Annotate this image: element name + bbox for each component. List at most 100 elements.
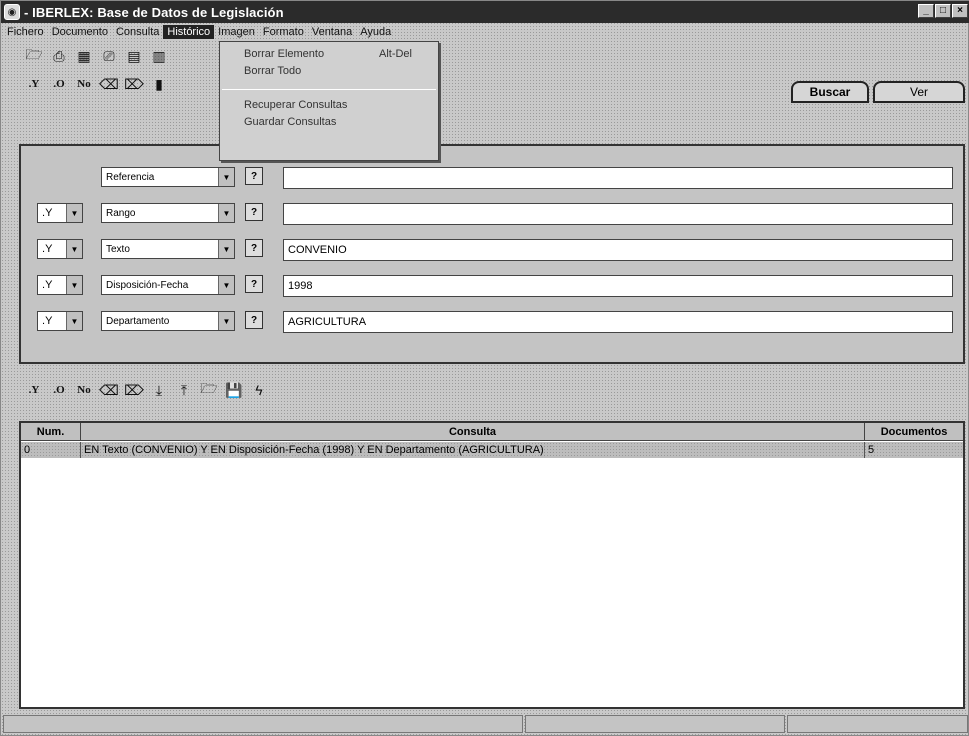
printer-icon[interactable]: ⎚ <box>98 45 120 67</box>
chevron-down-icon[interactable]: ▼ <box>218 240 234 258</box>
not-operator-button[interactable]: No <box>73 73 95 95</box>
app-icon[interactable]: ◉ <box>4 4 20 20</box>
status-bar <box>1 713 969 735</box>
list-icon[interactable]: ▮ <box>148 73 170 95</box>
or-operator-button-2[interactable]: .O <box>48 379 70 401</box>
query-row-departamento: .Y ▼ Departamento ▼ ? AGRICULTURA <box>21 308 965 334</box>
print-setup-icon[interactable]: ⎙ <box>48 45 70 67</box>
query-row-disposicion-fecha: .Y ▼ Disposición-Fecha ▼ ? 1998 <box>21 272 965 298</box>
import-icon[interactable]: ⤓ <box>148 379 170 401</box>
export-icon[interactable]: ⤒ <box>173 379 195 401</box>
operator-select-3[interactable]: .Y ▼ <box>37 239 83 259</box>
chevron-down-icon[interactable]: ▼ <box>218 312 234 330</box>
field-select-3-value: Texto <box>106 243 130 255</box>
chevron-down-icon[interactable]: ▼ <box>218 168 234 186</box>
grid-icon[interactable]: ▦ <box>73 45 95 67</box>
column-header-documentos[interactable]: Documentos <box>865 423 963 440</box>
value-input-4[interactable]: 1998 <box>283 275 953 297</box>
tab-buscar-label: Buscar <box>809 85 851 99</box>
chevron-down-icon[interactable]: ▼ <box>66 204 82 222</box>
field-select-5[interactable]: Departamento ▼ <box>101 311 235 331</box>
table-row[interactable]: 0 EN Texto (CONVENIO) Y EN Disposición-F… <box>21 442 963 458</box>
save-icon[interactable]: 💾 <box>223 379 245 401</box>
or-operator-button[interactable]: .O <box>48 73 70 95</box>
field-select-2-value: Rango <box>106 207 136 219</box>
title-bar: ◉ - IBERLEX: Base de Datos de Legislació… <box>1 1 969 23</box>
not-operator-label-2: No <box>77 384 91 396</box>
chevron-down-icon[interactable]: ▼ <box>218 204 234 222</box>
open-folder-icon[interactable]: 🗁 <box>23 45 45 67</box>
cell-num: 0 <box>21 442 81 458</box>
operator-select-4[interactable]: .Y ▼ <box>37 275 83 295</box>
lightning-icon[interactable]: ϟ <box>248 379 270 401</box>
minimize-button[interactable]: _ <box>918 4 934 18</box>
and-operator-button-2[interactable]: .Y <box>23 379 45 401</box>
query-row-texto: .Y ▼ Texto ▼ ? CONVENIO <box>21 236 965 262</box>
and-operator-label-2: Y <box>31 384 40 396</box>
menu-imagen[interactable]: Imagen <box>214 25 259 39</box>
menu-separator <box>222 89 436 90</box>
menu-item-recuperar-consultas[interactable]: Recuperar Consultas <box>220 96 438 113</box>
help-icon[interactable]: ? <box>245 203 263 221</box>
erase-all-icon[interactable]: ⌦ <box>123 379 145 401</box>
menu-consulta[interactable]: Consulta <box>112 25 163 39</box>
menu-item-borrar-elemento[interactable]: Borrar Elemento Alt-Del <box>220 45 438 62</box>
column-header-num[interactable]: Num. <box>21 423 81 440</box>
document-view-icon[interactable]: ▤ <box>123 45 145 67</box>
help-icon[interactable]: ? <box>245 311 263 329</box>
chevron-down-icon[interactable]: ▼ <box>66 276 82 294</box>
help-icon[interactable]: ? <box>245 239 263 257</box>
cell-documentos: 5 <box>868 444 875 456</box>
help-icon[interactable]: ? <box>245 275 263 293</box>
menu-item-guardar-consultas[interactable]: Guardar Consultas <box>220 113 438 130</box>
table-header: Num. Consulta Documentos <box>21 423 963 441</box>
tab-buscar[interactable]: Buscar <box>791 81 869 103</box>
menu-ventana[interactable]: Ventana <box>308 25 356 39</box>
status-cell-secondary <box>525 715 785 733</box>
menu-bar: Fichero Documento Consulta Histórico Ima… <box>1 23 969 41</box>
close-button[interactable]: × <box>952 4 968 18</box>
results-table: Num. Consulta Documentos 0 EN Texto (CON… <box>19 421 965 709</box>
status-cell-tertiary <box>787 715 968 733</box>
field-select-3[interactable]: Texto ▼ <box>101 239 235 259</box>
menu-fichero[interactable]: Fichero <box>3 25 48 39</box>
erase-all-icon[interactable]: ⌦ <box>123 73 145 95</box>
chevron-down-icon[interactable]: ▼ <box>218 276 234 294</box>
menu-item-borrar-todo[interactable]: Borrar Todo <box>220 62 438 79</box>
application-window: ◉ - IBERLEX: Base de Datos de Legislació… <box>0 0 969 736</box>
value-input-5[interactable]: AGRICULTURA <box>283 311 953 333</box>
menu-documento[interactable]: Documento <box>48 25 112 39</box>
chevron-down-icon[interactable]: ▼ <box>66 240 82 258</box>
field-select-2[interactable]: Rango ▼ <box>101 203 235 223</box>
operator-select-4-value: Y <box>45 279 53 291</box>
field-select-1[interactable]: Referencia ▼ <box>101 167 235 187</box>
value-input-3[interactable]: CONVENIO <box>283 239 953 261</box>
toolbar-top-row2: .Y .O No ⌫ ⌦ ▮ <box>23 73 170 95</box>
menu-historico[interactable]: Histórico <box>163 25 215 39</box>
eraser-icon[interactable]: ⌫ <box>98 379 120 401</box>
menu-ayuda[interactable]: Ayuda <box>356 25 395 39</box>
not-operator-button-2[interactable]: No <box>73 379 95 401</box>
toolbar-top-row1: 🗁 ⎙ ▦ ⎚ ▤ ▥ <box>23 45 170 67</box>
query-row-rango: .Y ▼ Rango ▼ ? <box>21 200 965 226</box>
operator-select-5[interactable]: .Y ▼ <box>37 311 83 331</box>
borrar-elemento-label: Borrar Elemento <box>244 47 325 60</box>
columns-icon[interactable]: ▥ <box>148 45 170 67</box>
window-controls: _ □ × <box>918 4 968 18</box>
value-input-1[interactable] <box>283 167 953 189</box>
operator-select-2[interactable]: .Y ▼ <box>37 203 83 223</box>
open-folder-icon[interactable]: 🗁 <box>198 379 220 401</box>
help-icon[interactable]: ? <box>245 167 263 185</box>
historico-dropdown-menu: Borrar Elemento Alt-Del Borrar Todo Recu… <box>219 41 439 161</box>
chevron-down-icon[interactable]: ▼ <box>66 312 82 330</box>
value-input-2[interactable] <box>283 203 953 225</box>
menu-formato[interactable]: Formato <box>259 25 308 39</box>
tab-ver[interactable]: Ver <box>873 81 965 103</box>
column-header-consulta[interactable]: Consulta <box>81 423 865 440</box>
maximize-button[interactable]: □ <box>935 4 951 18</box>
field-select-4[interactable]: Disposición-Fecha ▼ <box>101 275 235 295</box>
eraser-icon[interactable]: ⌫ <box>98 73 120 95</box>
and-operator-button[interactable]: .Y <box>23 73 45 95</box>
borrar-todo-label: Borrar Todo <box>244 64 302 77</box>
tab-ver-label: Ver <box>909 85 928 99</box>
